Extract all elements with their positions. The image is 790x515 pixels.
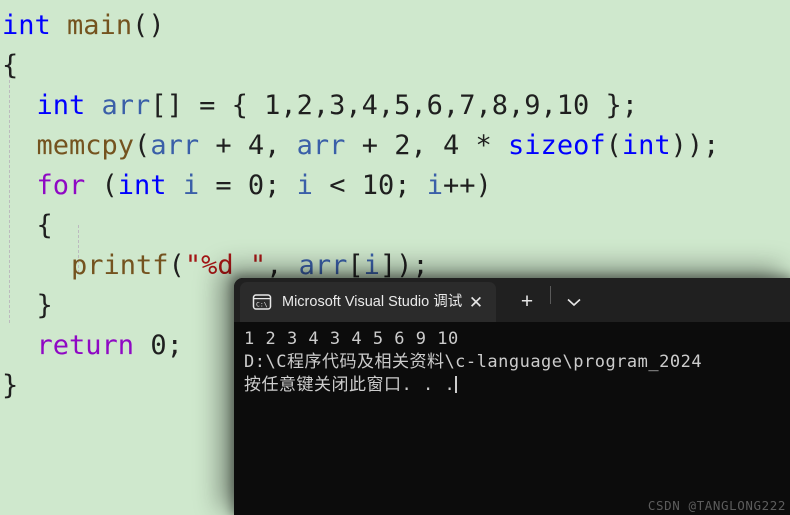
code-token: sizeof [508,130,606,161]
close-icon[interactable]: ✕ [462,288,490,316]
code-token: 1,2,3,4,5,6,7,8,9,10 [264,90,590,121]
code-token: int [117,170,167,201]
code-token: + [199,130,248,161]
terminal-tab-title: Microsoft Visual Studio 调试控 [282,294,462,310]
terminal-cursor [455,376,458,393]
new-tab-icon[interactable]: + [510,282,544,322]
code-token: 0 [150,330,167,361]
code-line: } [0,366,18,406]
code-token: i [363,250,380,281]
code-token: ( [134,130,151,161]
terminal-output-line-3: 按任意键关闭此窗口. . . [244,374,790,397]
terminal-output-line-1: 1 2 3 4 3 4 5 6 9 10 [244,329,459,349]
code-token: 10 [361,170,395,201]
code-token: [ [347,250,364,281]
terminal-output-line-3-text: 按任意键关闭此窗口. . . [244,375,456,395]
code-token: ( [168,250,185,281]
terminal-output-line-2: D:\C程序代码及相关资料\c-language\program_2024 [244,352,703,372]
code-token: } [36,290,53,321]
code-token: [] = { [150,90,265,121]
code-token: { [2,50,19,81]
code-token: + [345,130,395,161]
code-line: } [0,286,53,326]
code-token: }; [589,90,639,121]
screenshot-root: int main(){int arr[] = { 1,2,3,4,5,6,7,8… [0,0,790,515]
code-line: memcpy(arr + 4, arr + 2, 4 * sizeof(int)… [0,126,720,166]
code-token: )); [670,130,720,161]
code-line: int main() [0,6,165,46]
code-token: ; [264,170,297,201]
code-line: int arr[] = { 1,2,3,4,5,6,7,8,9,10 }; [0,86,639,126]
code-token: i [182,170,200,201]
code-token: , [410,130,443,161]
code-token: } [2,370,19,401]
code-token: arr [296,130,346,161]
code-token: for [36,170,86,201]
code-token: { [36,210,53,241]
terminal-tab[interactable]: C:\ Microsoft Visual Studio 调试控 ✕ [240,282,496,322]
code-token: return [36,330,135,361]
svg-text:C:\: C:\ [256,301,268,309]
code-token: * [459,130,509,161]
code-line: { [0,46,18,86]
watermark-text: CSDN @TANGLONG222 [647,498,786,513]
code-token: arr [298,250,348,281]
toolbar-divider [550,286,551,304]
code-token: , [266,250,299,281]
code-token: ; [394,170,427,201]
code-token: "%d " [184,250,267,281]
code-token: ]); [379,250,429,281]
code-token: ; [166,330,183,361]
code-token: int [2,10,51,41]
code-token: main [67,10,133,41]
chevron-down-glyph [567,298,581,306]
terminal-window[interactable]: C:\ Microsoft Visual Studio 调试控 ✕ + 1 2 … [234,278,790,515]
code-token: arr [150,130,200,161]
code-token: = [199,170,248,201]
terminal-titlebar[interactable]: C:\ Microsoft Visual Studio 调试控 ✕ + [234,278,790,322]
code-token: int [621,130,671,161]
code-token: i [296,170,313,201]
code-token: 4 [443,130,460,161]
terminal-output[interactable]: 1 2 3 4 3 4 5 6 9 10 D:\C程序代码及相关资料\c-lan… [234,322,790,515]
code-token: printf [71,250,169,281]
code-token: 0 [247,170,265,201]
code-token: 4 [247,130,265,161]
code-line: return 0; [0,326,183,366]
code-token: < [312,170,362,201]
code-token: ++) [443,170,492,201]
code-token: i [426,170,444,201]
code-token: ( [605,130,622,161]
code-line: for (int i = 0; i < 10; i++) [0,166,492,206]
command-prompt-icon: C:\ [252,294,272,310]
code-token: ( [85,170,118,201]
code-token: int [36,90,86,121]
code-line: { [0,206,53,246]
code-token: , [264,130,297,161]
code-token: 2 [394,130,411,161]
code-token: arr [101,90,151,121]
chevron-down-icon[interactable] [557,282,591,322]
code-token: () [132,10,165,41]
code-token: memcpy [36,130,135,161]
